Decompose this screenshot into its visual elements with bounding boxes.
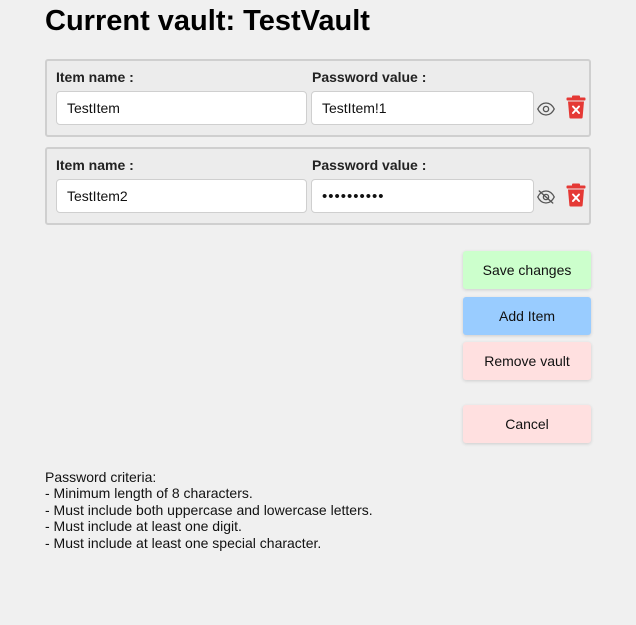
- save-changes-button[interactable]: Save changes: [463, 251, 591, 289]
- password-criteria-rule: - Must include at least one special char…: [45, 534, 322, 551]
- trash-icon[interactable]: [566, 95, 586, 119]
- password-criteria-heading: Password criteria:: [45, 469, 157, 485]
- password-criteria: Password criteria: - Minimum length of 8…: [45, 469, 373, 551]
- item-name-label: Item name :: [56, 69, 134, 85]
- item-name-input[interactable]: [56, 91, 307, 125]
- cancel-button[interactable]: Cancel: [463, 405, 591, 443]
- trash-icon[interactable]: [566, 183, 586, 207]
- remove-vault-button[interactable]: Remove vault: [463, 342, 591, 380]
- password-value-input[interactable]: [311, 91, 534, 125]
- vault-item-card: Item name : Password value :: [45, 59, 591, 137]
- vault-name: TestVault: [243, 5, 370, 37]
- password-value-input[interactable]: [311, 179, 534, 213]
- page-title: Current vault: TestVault: [45, 4, 370, 38]
- password-criteria-rule: - Must include at least one digit.: [45, 518, 242, 535]
- password-value-label: Password value :: [312, 157, 427, 173]
- item-name-input[interactable]: [56, 179, 307, 213]
- vault-item-card: Item name : Password value :: [45, 147, 591, 225]
- password-value-label: Password value :: [312, 69, 427, 85]
- page-title-prefix: Current vault:: [45, 5, 236, 37]
- add-item-button[interactable]: Add Item: [463, 297, 591, 335]
- eye-icon[interactable]: [537, 102, 555, 116]
- password-criteria-rule: - Must include both uppercase and lowerc…: [45, 501, 373, 518]
- item-name-label: Item name :: [56, 157, 134, 173]
- eye-off-icon[interactable]: [537, 190, 555, 204]
- password-criteria-rule: - Minimum length of 8 characters.: [45, 485, 253, 502]
